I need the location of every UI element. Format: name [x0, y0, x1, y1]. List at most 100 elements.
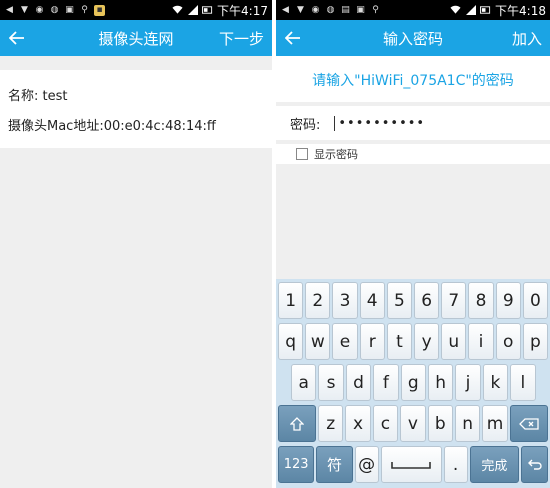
space-key[interactable] [380, 446, 442, 483]
digit-key-9[interactable]: 9 [495, 282, 521, 319]
backspace-key[interactable] [509, 405, 548, 442]
letter-row-1: qwertyuiop [277, 323, 549, 360]
keyboard-icon: ▤ [341, 5, 350, 15]
wifi-icon [172, 5, 183, 16]
letter-key-e[interactable]: e [332, 323, 358, 360]
digit-key-6[interactable]: 6 [414, 282, 440, 319]
back-button[interactable] [276, 31, 310, 45]
chrome-icon: ◉ [311, 5, 320, 15]
digit-key-4[interactable]: 4 [359, 282, 385, 319]
app-bar: 输入密码 加入 [276, 20, 550, 56]
letter-key-l[interactable]: l [510, 364, 536, 401]
browser-icon: ◍ [326, 5, 335, 15]
camera-mac-address: 摄像头Mac地址:00:e0:4c:48:14:ff [8, 119, 216, 134]
password-input[interactable]: •••••••••• [334, 115, 425, 131]
notification-icon: ◀ [6, 5, 13, 15]
status-time: 下午4:17 [217, 3, 268, 18]
letter-key-t[interactable]: t [386, 323, 413, 360]
letter-key-f[interactable]: f [373, 364, 399, 401]
usb-icon: ⚲ [372, 5, 379, 15]
digit-key-1[interactable]: 1 [278, 282, 304, 319]
show-password-row: 显示密码 [276, 144, 550, 164]
letter-key-o[interactable]: o [495, 323, 521, 360]
status-bar: ◀ ▼ ◉ ◍ ▤ ▣ ⚲ 下午4:18 [276, 0, 550, 20]
battery-icon [480, 5, 491, 16]
letter-key-q[interactable]: q [278, 323, 304, 360]
arrow-left-icon [9, 31, 24, 45]
digit-key-5[interactable]: 5 [386, 282, 413, 319]
app-bar: 摄像头连网 下一步 [0, 20, 272, 56]
camera-info-panel: 名称: test 摄像头Mac地址:00:e0:4c:48:14:ff [0, 70, 272, 148]
letter-key-h[interactable]: h [427, 364, 454, 401]
letter-key-c[interactable]: c [372, 405, 399, 442]
show-password-checkbox[interactable] [296, 148, 308, 160]
soft-keyboard: 1234567890 qwertyuiop asdfghjkl zxcvbnm … [276, 279, 550, 488]
download-icon: ▼ [21, 5, 28, 15]
number-row: 1234567890 [277, 282, 549, 319]
digit-key-2[interactable]: 2 [305, 282, 331, 319]
letter-key-d[interactable]: d [345, 364, 372, 401]
numeric-mode-key[interactable]: 123 [278, 446, 315, 483]
letter-key-m[interactable]: m [482, 405, 508, 442]
notification-icon: ◀ [282, 5, 289, 15]
password-prompt: 请输入"HiWiFi_075A1C"的密码 [276, 56, 550, 102]
shift-arrow-icon [290, 416, 304, 431]
signal-icon [187, 5, 198, 16]
period-key[interactable]: . [443, 446, 468, 483]
at-key[interactable]: @ [354, 446, 379, 483]
done-key[interactable]: 完成 [469, 446, 520, 483]
digit-key-8[interactable]: 8 [468, 282, 494, 319]
backspace-icon [518, 417, 539, 430]
next-step-button[interactable]: 下一步 [219, 28, 272, 49]
bottom-row: 123 符 @ . 完成 [277, 446, 549, 483]
page-title: 输入密码 [382, 29, 443, 48]
image-icon: ▣ [356, 5, 365, 15]
letter-key-g[interactable]: g [400, 364, 426, 401]
space-bar-icon [391, 461, 431, 469]
signal-icon [465, 5, 476, 16]
back-button[interactable] [0, 31, 34, 45]
letter-key-a[interactable]: a [291, 364, 317, 401]
letter-key-u[interactable]: u [441, 323, 467, 360]
letter-key-z[interactable]: z [318, 405, 344, 442]
password-label: 密码: [290, 117, 321, 133]
letter-key-s[interactable]: s [318, 364, 344, 401]
show-password-label: 显示密码 [314, 148, 358, 161]
letter-key-i[interactable]: i [468, 323, 494, 360]
status-bar: ◀ ▼ ◉ ◍ ▣ ⚲ ▪ 下午4:17 [0, 0, 272, 20]
symbol-key[interactable]: 符 [316, 446, 353, 483]
status-time: 下午4:18 [495, 3, 546, 18]
shift-key[interactable] [278, 405, 316, 442]
return-key[interactable] [521, 446, 548, 483]
enter-password-screen: ◀ ▼ ◉ ◍ ▤ ▣ ⚲ 下午4:18 输入密码 加入 请输入"HiWiFi_… [276, 0, 550, 488]
browser-icon: ◍ [50, 5, 59, 15]
wifi-icon [450, 5, 461, 16]
battery-icon [202, 5, 213, 16]
letter-row-3: zxcvbnm [277, 405, 549, 442]
password-field-row: 密码: •••••••••• [276, 106, 550, 140]
letter-key-y[interactable]: y [414, 323, 440, 360]
letter-row-2: asdfghjkl [277, 364, 549, 401]
image-icon: ▣ [65, 5, 74, 15]
letter-key-b[interactable]: b [427, 405, 453, 442]
letter-key-p[interactable]: p [522, 323, 549, 360]
letter-key-j[interactable]: j [455, 364, 481, 401]
digit-key-0[interactable]: 0 [522, 282, 549, 319]
join-button[interactable]: 加入 [512, 28, 550, 49]
camera-network-screen: ◀ ▼ ◉ ◍ ▣ ⚲ ▪ 下午4:17 摄像头连网 下一步 名称: test … [0, 0, 274, 488]
usb-icon: ⚲ [81, 5, 88, 15]
letter-key-k[interactable]: k [482, 364, 509, 401]
app-icon: ▪ [94, 4, 105, 16]
digit-key-7[interactable]: 7 [441, 282, 467, 319]
letter-key-n[interactable]: n [454, 405, 481, 442]
chrome-icon: ◉ [35, 5, 44, 15]
digit-key-3[interactable]: 3 [332, 282, 358, 319]
letter-key-r[interactable]: r [359, 323, 385, 360]
camera-name: 名称: test [8, 89, 68, 104]
undo-arrow-icon [527, 459, 542, 470]
arrow-left-icon [285, 31, 300, 45]
letter-key-w[interactable]: w [305, 323, 331, 360]
letter-key-v[interactable]: v [400, 405, 426, 442]
letter-key-x[interactable]: x [345, 405, 371, 442]
download-icon: ▼ [297, 5, 304, 15]
